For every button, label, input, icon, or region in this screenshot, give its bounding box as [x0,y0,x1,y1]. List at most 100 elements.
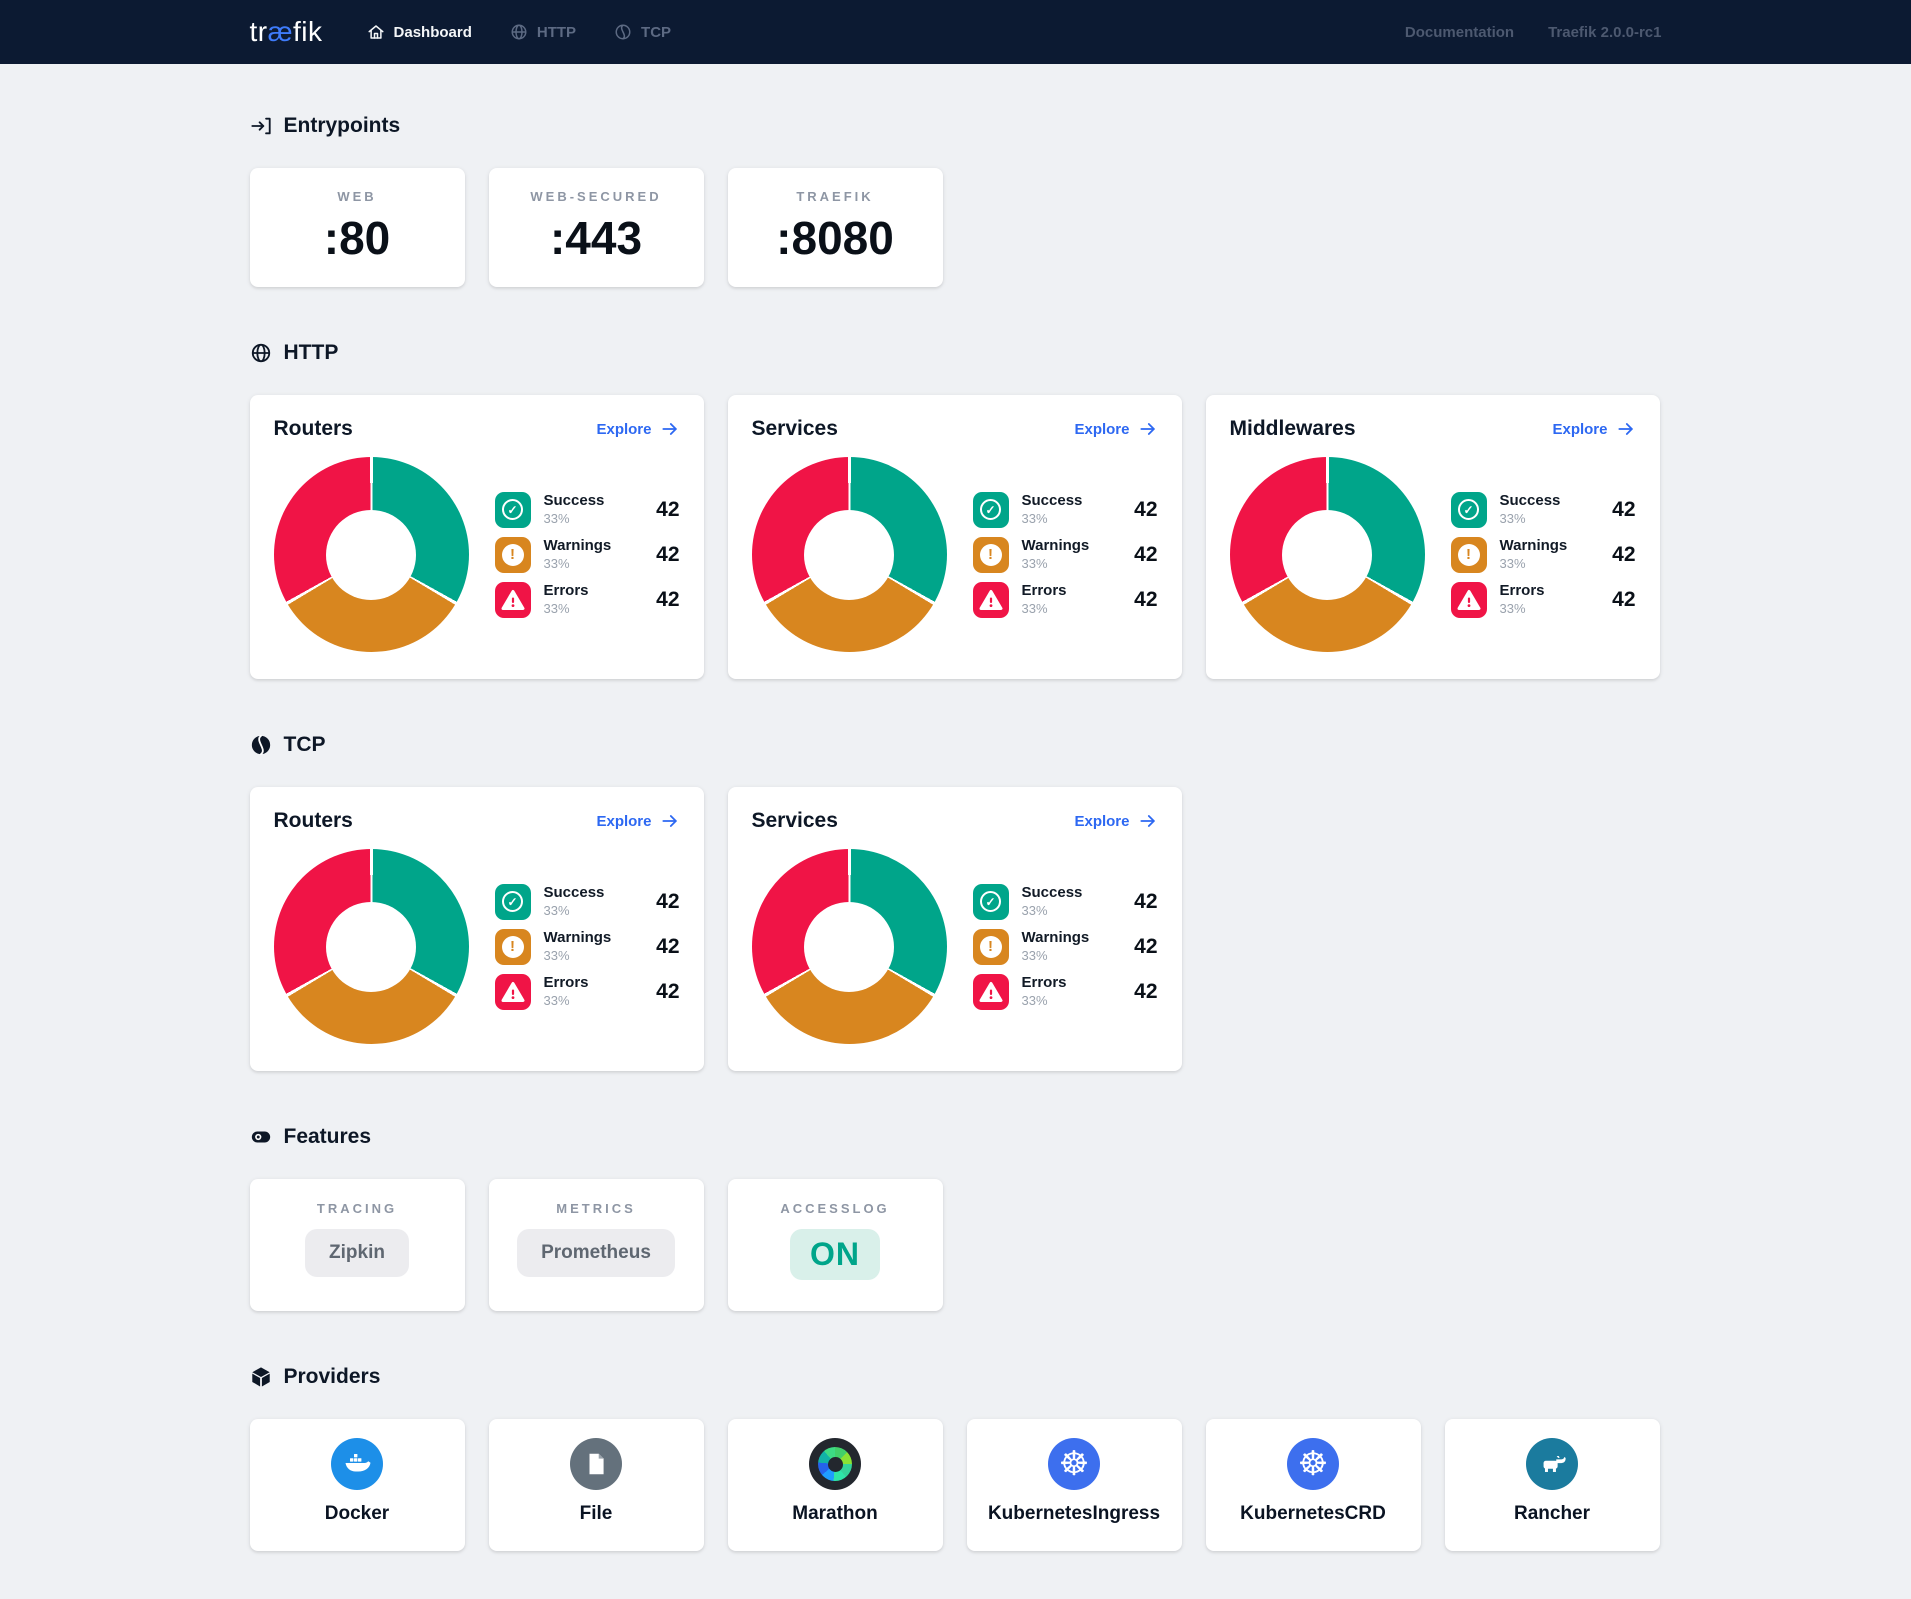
feature-card-tracing: TRACING Zipkin [250,1179,465,1311]
success-icon: ✓ [495,492,531,528]
legend-count: 42 [1134,935,1157,959]
tcp-services-card: Services Explore ✓ Success33% 42 ! Warni… [728,787,1182,1071]
status-donut-chart [274,849,469,1044]
entrypoint-port: :8080 [728,211,943,265]
legend-percent: 33% [544,993,589,1009]
provider-card-file: File [489,1419,704,1551]
explore-label: Explore [1074,421,1129,438]
section-title: TCP [284,733,326,757]
entrypoint-card-web: WEB :80 [250,168,465,287]
provider-card-docker: Docker [250,1419,465,1551]
legend-label: Success [544,884,605,903]
explore-link[interactable]: Explore [596,811,679,831]
legend-label: Errors [1022,974,1067,993]
legend-row-warnings: ! Warnings33% 42 [1451,537,1636,573]
success-icon: ✓ [973,884,1009,920]
features-cards: TRACING Zipkin METRICS Prometheus ACCESS… [250,1179,1662,1311]
legend-row-errors: Errors33% 42 [495,582,680,618]
legend-percent: 33% [1500,511,1561,527]
legend-count: 42 [656,935,679,959]
file-icon [570,1438,622,1490]
nav-label: Dashboard [394,24,472,41]
legend-percent: 33% [544,903,605,919]
explore-link[interactable]: Explore [596,419,679,439]
legend-label: Warnings [1022,537,1090,556]
top-navbar: træfik Dashboard HTTP TCP Documentation … [0,0,1911,64]
toggle-icon [250,1126,272,1148]
legend-row-success: ✓ Success33% 42 [495,884,680,920]
http-cards: Routers Explore ✓ Success33% 42 ! Warnin… [250,395,1662,679]
providers-section-header: Providers [250,1365,1662,1389]
card-title: Middlewares [1230,417,1356,441]
http-section-header: HTTP [250,341,1662,365]
legend-row-success: ✓ Success33% 42 [1451,492,1636,528]
status-donut-chart [752,457,947,652]
explore-label: Explore [1074,813,1129,830]
legend-count: 42 [1134,890,1157,914]
provider-card-rancher: Rancher [1445,1419,1660,1551]
explore-link[interactable]: Explore [1552,419,1635,439]
arrow-right-icon [660,811,680,831]
warning-icon: ! [495,929,531,965]
legend-row-warnings: ! Warnings33% 42 [495,929,680,965]
arrow-right-icon [1616,419,1636,439]
feature-card-metrics: METRICS Prometheus [489,1179,704,1311]
warning-icon: ! [1451,537,1487,573]
legend-count: 42 [656,498,679,522]
explore-label: Explore [1552,421,1607,438]
legend-count: 42 [1134,498,1157,522]
feature-name: ACCESSLOG [728,1201,943,1216]
entrypoint-name: WEB [250,189,465,204]
provider-name: Marathon [728,1503,943,1525]
provider-name: Rancher [1445,1503,1660,1525]
legend-percent: 33% [1022,511,1083,527]
legend-row-success: ✓ Success33% 42 [973,492,1158,528]
legend-label: Errors [544,974,589,993]
entrypoint-card-web-secured: WEB-SECURED :443 [489,168,704,287]
card-title: Routers [274,417,353,441]
warning-icon: ! [973,929,1009,965]
legend-count: 42 [1612,543,1635,567]
legend-label: Warnings [1022,929,1090,948]
nav-item-http[interactable]: HTTP [510,23,576,41]
legend-percent: 33% [544,511,605,527]
features-section-header: Features [250,1125,1662,1149]
arrow-right-icon [660,419,680,439]
success-icon: ✓ [1451,492,1487,528]
legend-count: 42 [656,588,679,612]
legend-percent: 33% [544,556,612,572]
chart-legend: ✓ Success33% 42 ! Warnings33% 42 Errors3… [495,492,680,618]
documentation-link[interactable]: Documentation [1405,24,1514,41]
version-link[interactable]: Traefik 2.0.0-rc1 [1548,24,1661,41]
http-services-card: Services Explore ✓ Success33% 42 ! Warni… [728,395,1182,679]
explore-link[interactable]: Explore [1074,419,1157,439]
nav-label: HTTP [537,24,576,41]
provider-card-kubernetes-ingress: ☸ KubernetesIngress [967,1419,1182,1551]
legend-percent: 33% [1500,556,1568,572]
rancher-bull-icon [1526,1438,1578,1490]
http-routers-card: Routers Explore ✓ Success33% 42 ! Warnin… [250,395,704,679]
feature-card-accesslog: ACCESSLOG ON [728,1179,943,1311]
error-icon [1451,582,1487,618]
legend-count: 42 [1134,543,1157,567]
error-icon [973,974,1009,1010]
legend-count: 42 [1134,588,1157,612]
nav-item-dashboard[interactable]: Dashboard [367,23,472,41]
nav-label: TCP [641,24,671,41]
legend-percent: 33% [1022,948,1090,964]
tcp-ball-icon [250,734,272,756]
kubernetes-wheel-icon: ☸ [1287,1438,1339,1490]
entrypoints-section-header: Entrypoints [250,114,1662,138]
provider-name: KubernetesCRD [1206,1503,1421,1525]
legend-percent: 33% [544,601,589,617]
docker-icon [331,1438,383,1490]
feature-on-badge: ON [790,1229,880,1280]
status-donut-chart [752,849,947,1044]
tcp-section-header: TCP [250,733,1662,757]
legend-count: 42 [1612,588,1635,612]
nav-item-tcp[interactable]: TCP [614,23,671,41]
legend-label: Warnings [544,929,612,948]
explore-link[interactable]: Explore [1074,811,1157,831]
status-donut-chart [274,457,469,652]
card-title: Services [752,809,838,833]
